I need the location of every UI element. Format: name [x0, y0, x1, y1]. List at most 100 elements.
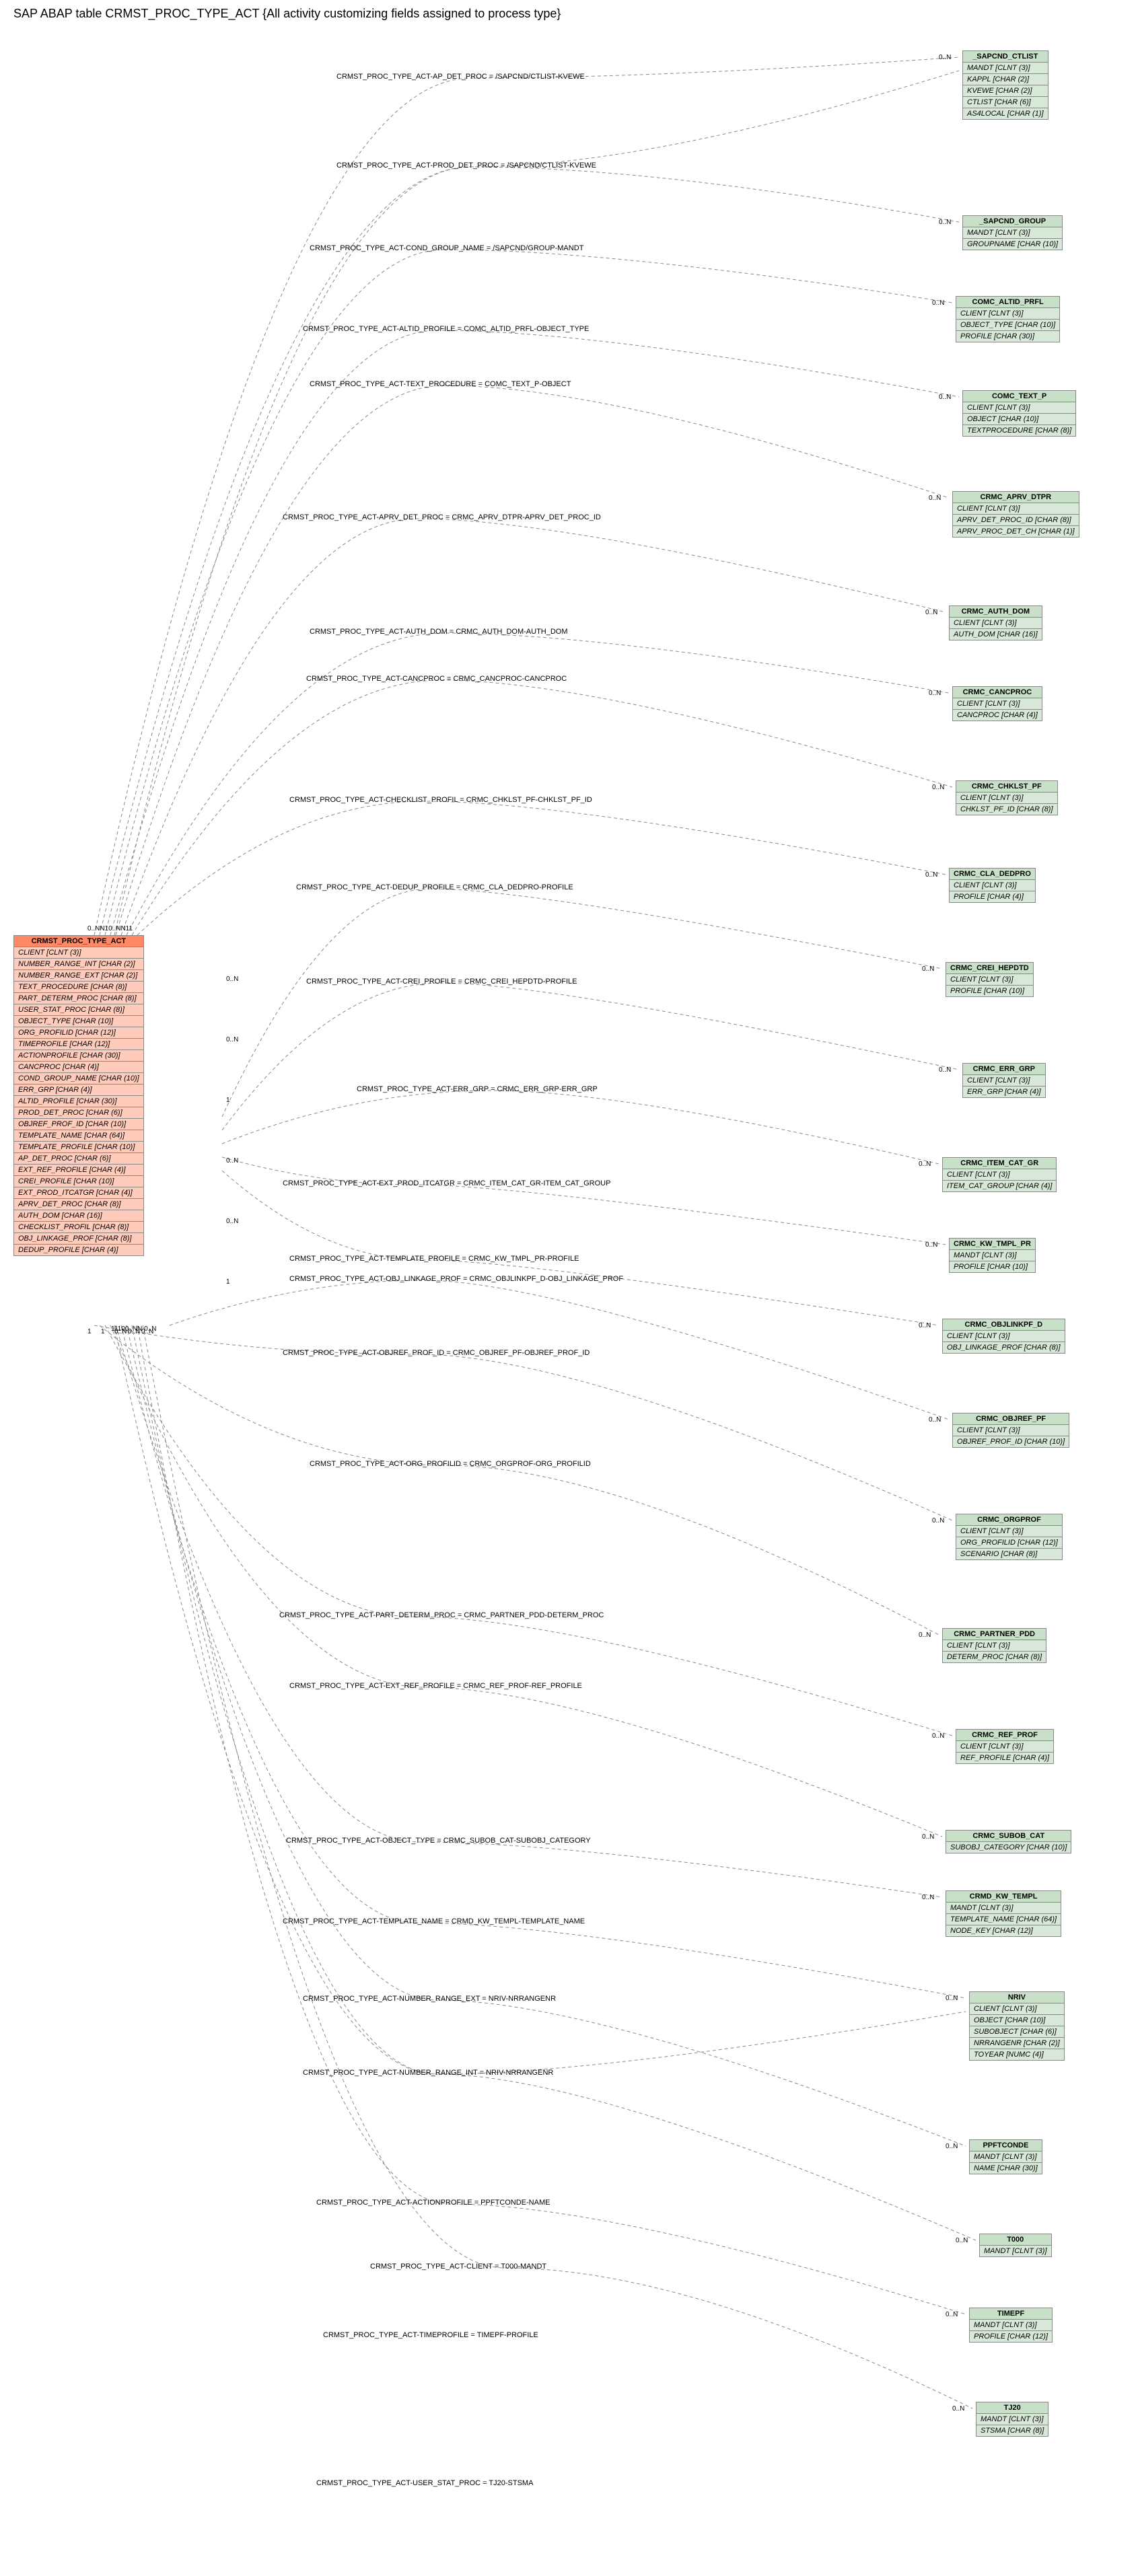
cardinality-right: 0..N: [922, 965, 934, 973]
sub-field: TEXTPROCEDURE [CHAR (8)]: [963, 425, 1076, 437]
cardinality-left: 0..N: [226, 1157, 238, 1165]
cardinality-right: 0..N: [939, 1066, 951, 1074]
sub-entity-table: TIMEPFMANDT [CLNT (3)]PROFILE [CHAR (12)…: [969, 2308, 1053, 2343]
sub-entity-header: NRIV: [970, 1992, 1065, 2003]
main-field: OBJ_LINKAGE_PROF [CHAR (8)]: [14, 1233, 144, 1245]
page-title: SAP ABAP table CRMST_PROC_TYPE_ACT {All …: [7, 7, 1138, 21]
main-field: NUMBER_RANGE_EXT [CHAR (2)]: [14, 970, 144, 982]
sub-entity-table: _SAPCND_GROUPMANDT [CLNT (3)]GROUPNAME […: [962, 215, 1063, 250]
sub-entity-header: CRMC_ITEM_CAT_GR: [943, 1158, 1057, 1169]
cardinality-left: 1: [226, 1278, 230, 1286]
sub-entity-table: T000MANDT [CLNT (3)]: [979, 2234, 1052, 2257]
sub-entity-table: CRMC_CHKLST_PFCLIENT [CLNT (3)]CHKLST_PF…: [956, 780, 1058, 815]
cardinality-left: 1: [101, 1328, 105, 1335]
sub-entity-header: TIMEPF: [970, 2308, 1053, 2320]
sub-field: SCENARIO [CHAR (8)]: [956, 1549, 1063, 1560]
sub-entity-header: CRMC_SUBOB_CAT: [946, 1831, 1071, 1842]
sub-entity-table: CRMC_OBJREF_PFCLIENT [CLNT (3)]OBJREF_PR…: [952, 1413, 1069, 1448]
sub-entity-header: CRMC_OBJREF_PF: [953, 1413, 1069, 1425]
sub-entity-table: CRMC_ERR_GRPCLIENT [CLNT (3)]ERR_GRP [CH…: [962, 1063, 1046, 1098]
relationship-label: CRMST_PROC_TYPE_ACT-CHECKLIST_PROFIL = C…: [289, 796, 592, 804]
sub-field: MANDT [CLNT (3)]: [980, 2246, 1052, 2257]
main-field: OBJECT_TYPE [CHAR (10)]: [14, 1016, 144, 1027]
relationship-label: CRMST_PROC_TYPE_ACT-ORG_PROFILID = CRMC_…: [310, 1460, 591, 1468]
main-field: APRV_DET_PROC [CHAR (8)]: [14, 1199, 144, 1210]
cardinality-right: 0..N: [939, 394, 951, 401]
cardinality-right: 0..N: [922, 1833, 934, 1841]
sub-field: CLIENT [CLNT (3)]: [953, 698, 1042, 710]
sub-entity-header: CRMD_KW_TEMPL: [946, 1891, 1061, 1903]
sub-field: DETERM_PROC [CHAR (8)]: [943, 1652, 1046, 1663]
sub-field: CLIENT [CLNT (3)]: [956, 1526, 1063, 1537]
sub-field: STSMA [CHAR (8)]: [976, 2425, 1048, 2437]
cardinality-right: 0..N: [932, 1732, 944, 1740]
sub-entity-table: CRMC_CANCPROCCLIENT [CLNT (3)]CANCPROC […: [952, 686, 1042, 721]
sub-entity-table: CRMC_AUTH_DOMCLIENT [CLNT (3)]AUTH_DOM […: [949, 605, 1042, 640]
relationship-label: CRMST_PROC_TYPE_ACT-AP_DET_PROC = /SAPCN…: [336, 73, 585, 81]
sub-field: REF_PROFILE [CHAR (4)]: [956, 1753, 1054, 1764]
relationship-label: CRMST_PROC_TYPE_ACT-APRV_DET_PROC = CRMC…: [283, 513, 601, 521]
sub-entity-table: CRMC_OBJLINKPF_DCLIENT [CLNT (3)]OBJ_LIN…: [942, 1319, 1065, 1354]
main-field: CANCPROC [CHAR (4)]: [14, 1062, 144, 1073]
cardinality-right: 0..N: [932, 1517, 944, 1524]
relationship-label: CRMST_PROC_TYPE_ACT-DEDUP_PROFILE = CRMC…: [296, 883, 573, 891]
sub-field: KVEWE [CHAR (2)]: [963, 85, 1048, 97]
relationship-label: CRMST_PROC_TYPE_ACT-CREI_PROFILE = CRMC_…: [306, 978, 577, 986]
cardinality-right: 0..N: [939, 219, 951, 226]
sub-field: CLIENT [CLNT (3)]: [950, 618, 1042, 629]
sub-field: CLIENT [CLNT (3)]: [963, 1075, 1046, 1087]
cardinality-right: 0..N: [925, 609, 937, 616]
relationship-label: CRMST_PROC_TYPE_ACT-COND_GROUP_NAME = /S…: [310, 244, 583, 252]
sub-entity-table: CRMC_PARTNER_PDDCLIENT [CLNT (3)]DETERM_…: [942, 1628, 1046, 1663]
main-field: NUMBER_RANGE_INT [CHAR (2)]: [14, 959, 144, 970]
sub-entity-header: CRMC_CANCPROC: [953, 687, 1042, 698]
relationship-label: CRMST_PROC_TYPE_ACT-CANCPROC = CRMC_CANC…: [306, 675, 567, 683]
main-field: TEMPLATE_PROFILE [CHAR (10)]: [14, 1142, 144, 1153]
sub-entity-header: CRMC_APRV_DTPR: [953, 492, 1079, 503]
sub-field: MANDT [CLNT (3)]: [970, 2320, 1053, 2331]
relationship-label: CRMST_PROC_TYPE_ACT-TEXT_PROCEDURE = COM…: [310, 380, 571, 388]
sub-field: CLIENT [CLNT (3)]: [943, 1331, 1065, 1342]
sub-field: MANDT [CLNT (3)]: [963, 63, 1048, 74]
main-entity-table: CRMST_PROC_TYPE_ACT CLIENT [CLNT (3)]NUM…: [13, 935, 144, 1256]
sub-entity-header: CRMC_CHKLST_PF: [956, 781, 1058, 793]
cardinality-right: 0..N: [919, 1631, 931, 1639]
sub-field: MANDT [CLNT (3)]: [946, 1903, 1061, 1914]
cardinality-left: 1: [226, 1097, 230, 1104]
main-field: AP_DET_PROC [CHAR (6)]: [14, 1153, 144, 1165]
sub-entity-table: NRIVCLIENT [CLNT (3)]OBJECT [CHAR (10)]S…: [969, 1991, 1065, 2061]
relationship-label: CRMST_PROC_TYPE_ACT-TEMPLATE_NAME = CRMD…: [283, 1917, 585, 1925]
sub-field: OBJECT [CHAR (10)]: [970, 2015, 1065, 2026]
sub-entity-table: CRMC_APRV_DTPRCLIENT [CLNT (3)]APRV_DET_…: [952, 491, 1079, 538]
sub-entity-header: CRMC_CLA_DEDPRO: [950, 869, 1036, 880]
sub-entity-header: CRMC_REF_PROF: [956, 1730, 1054, 1741]
sub-field: GROUPNAME [CHAR (10)]: [963, 239, 1063, 250]
sub-entity-table: CRMC_REF_PROFCLIENT [CLNT (3)]REF_PROFIL…: [956, 1729, 1054, 1764]
cardinality-right: 0..N: [946, 1995, 958, 2002]
sub-field: MANDT [CLNT (3)]: [963, 227, 1063, 239]
main-field: ALTID_PROFILE [CHAR (30)]: [14, 1096, 144, 1107]
cardinality-bot-cluster: 11100..NN 0..N: [111, 1325, 156, 1333]
cardinality-right: 0..N: [925, 871, 937, 879]
cardinality-left: 1: [87, 1328, 92, 1335]
sub-field: OBJECT [CHAR (10)]: [963, 414, 1076, 425]
sub-entity-header: COMC_TEXT_P: [963, 391, 1076, 402]
sub-field: NAME [CHAR (30)]: [970, 2163, 1042, 2174]
main-field: CLIENT [CLNT (3)]: [14, 947, 144, 959]
sub-field: CLIENT [CLNT (3)]: [956, 308, 1060, 320]
sub-entity-table: CRMC_ORGPROFCLIENT [CLNT (3)]ORG_PROFILI…: [956, 1514, 1063, 1560]
cardinality-right: 0..N: [919, 1161, 931, 1168]
sub-field: CLIENT [CLNT (3)]: [946, 974, 1034, 986]
sub-field: APRV_DET_PROC_ID [CHAR (8)]: [953, 515, 1079, 526]
relationship-label: CRMST_PROC_TYPE_ACT-TIMEPROFILE = TIMEPF…: [323, 2331, 538, 2339]
main-field: TIMEPROFILE [CHAR (12)]: [14, 1039, 144, 1050]
sub-entity-header: CRMC_ERR_GRP: [963, 1064, 1046, 1075]
main-entity-header: CRMST_PROC_TYPE_ACT: [14, 936, 144, 947]
sub-entity-table: TJ20MANDT [CLNT (3)]STSMA [CHAR (8)]: [976, 2402, 1048, 2437]
main-field: COND_GROUP_NAME [CHAR (10)]: [14, 1073, 144, 1084]
cardinality-right: 0..N: [929, 1416, 941, 1424]
main-field: CREI_PROFILE [CHAR (10)]: [14, 1176, 144, 1187]
sub-field: CLIENT [CLNT (3)]: [956, 1741, 1054, 1753]
relationship-label: CRMST_PROC_TYPE_ACT-ACTIONPROFILE = PPFT…: [316, 2199, 550, 2207]
relationship-label: CRMST_PROC_TYPE_ACT-CLIENT = T000-MANDT: [370, 2262, 546, 2271]
